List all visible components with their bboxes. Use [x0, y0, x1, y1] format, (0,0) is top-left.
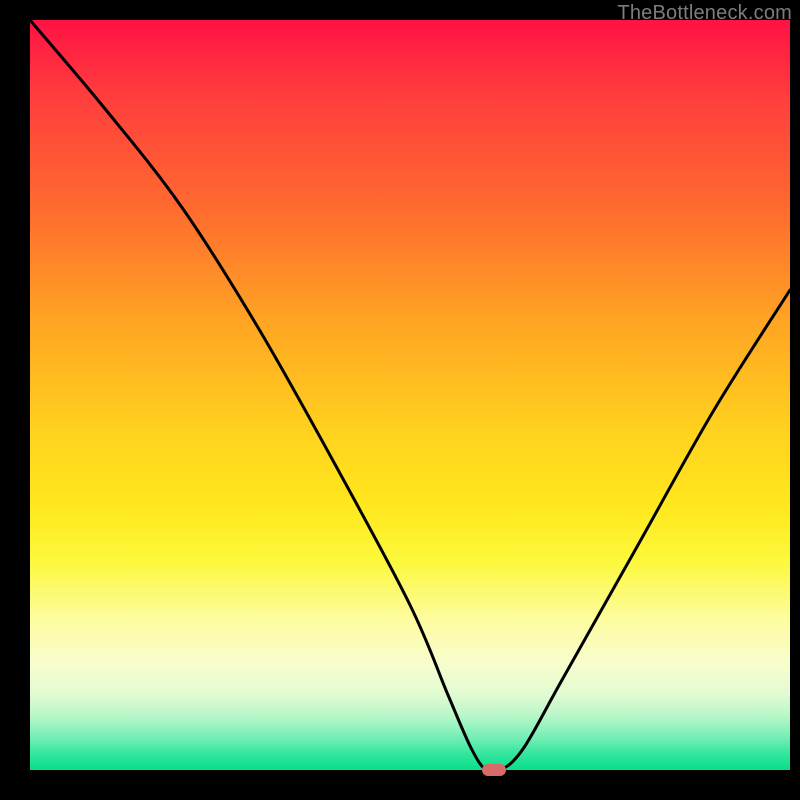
- curve-path: [30, 20, 790, 770]
- watermark-text: TheBottleneck.com: [617, 2, 792, 25]
- bottleneck-curve: [30, 20, 790, 770]
- plot-area: [30, 20, 790, 770]
- bottleneck-chart: TheBottleneck.com: [0, 0, 800, 800]
- optimum-marker: [482, 764, 506, 776]
